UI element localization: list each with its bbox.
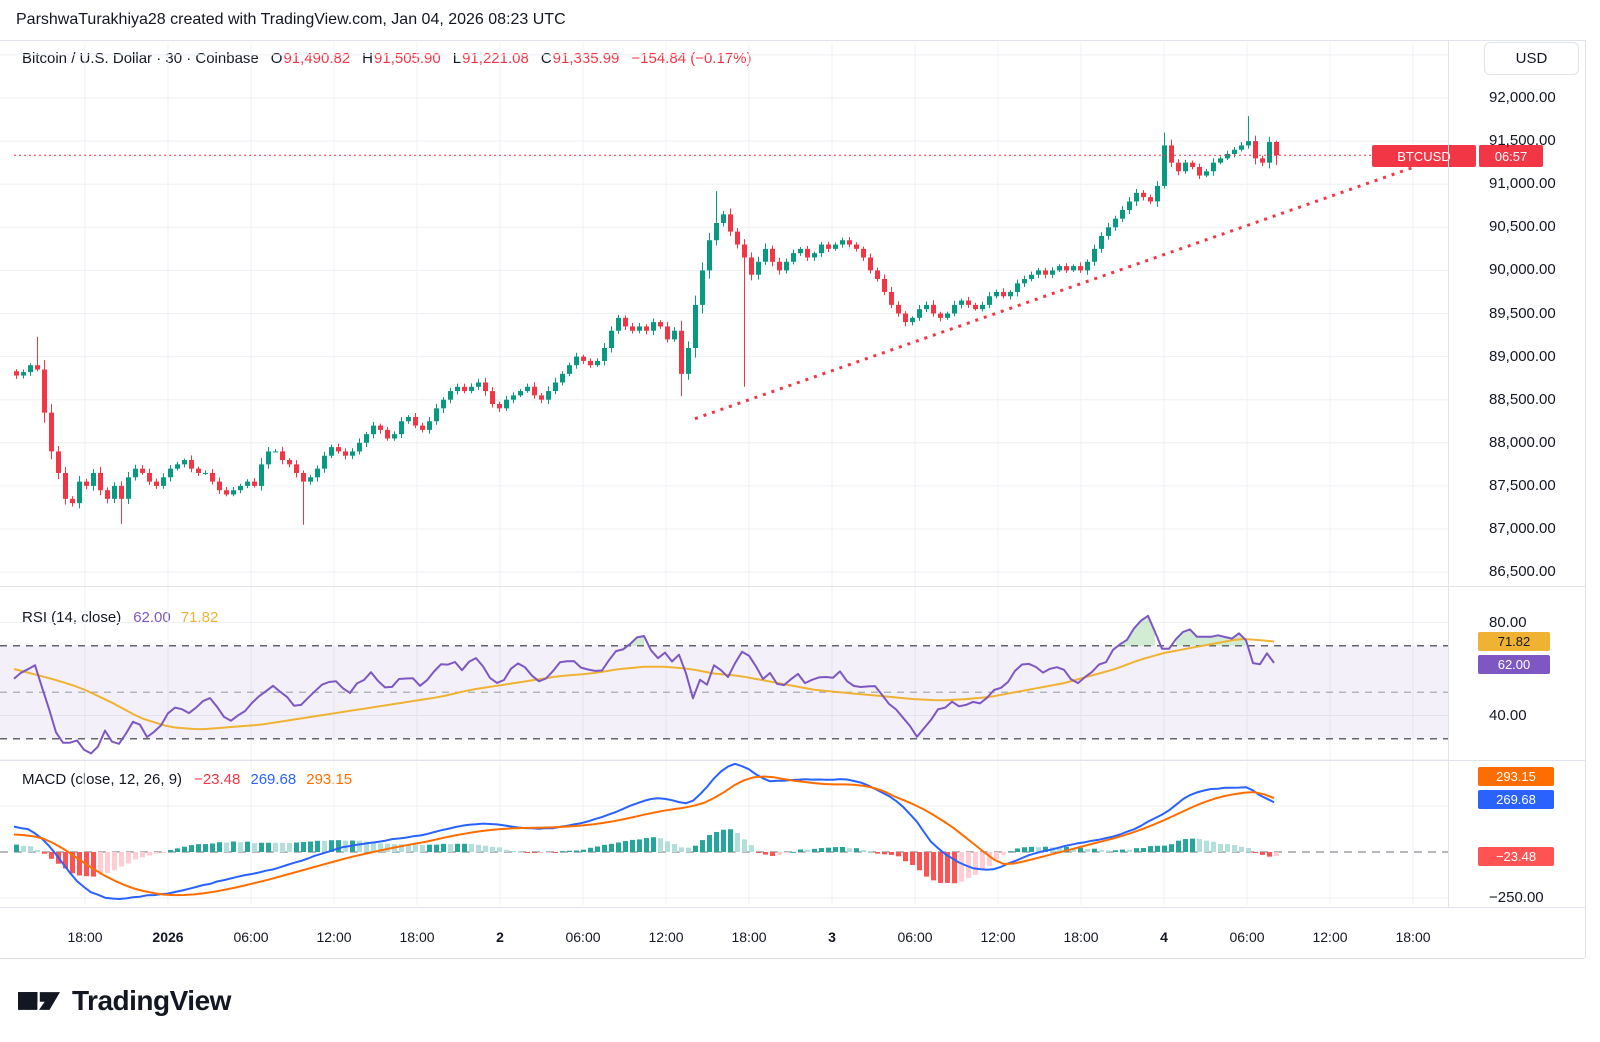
pane-divider-main-rsi (0, 586, 1585, 587)
price-axis-label: 87,500.00 (1489, 477, 1556, 494)
time-axis-label: 06:00 (1229, 929, 1264, 945)
price-axis-label: 89,000.00 (1489, 348, 1556, 365)
price-axis-label: 90,000.00 (1489, 261, 1556, 278)
pane-divider-rsi-macd (0, 760, 1585, 761)
time-axis-label: 18:00 (1063, 929, 1098, 945)
time-axis-label: 2 (496, 929, 504, 945)
price-axis-label: 87,000.00 (1489, 520, 1556, 537)
time-axis-label: 12:00 (648, 929, 683, 945)
time-axis-label: 06:00 (233, 929, 268, 945)
price-axis[interactable] (1448, 40, 1585, 907)
tradingview-footer: TradingView (18, 984, 231, 1018)
chart-right-border (1585, 40, 1586, 958)
attribution-text: ParshwaTurakhiya28 created with TradingV… (16, 11, 566, 29)
tradingview-wordmark: TradingView (72, 985, 231, 1017)
price-axis-label: 91,000.00 (1489, 175, 1556, 192)
price-axis-label: 90,500.00 (1489, 218, 1556, 235)
time-axis-label: 18:00 (1395, 929, 1430, 945)
header-divider (0, 40, 1585, 41)
tradingview-logo-icon (18, 984, 60, 1018)
price-axis-label: 89,500.00 (1489, 305, 1556, 322)
time-axis-label: 18:00 (399, 929, 434, 945)
price-axis-label: 91,500.00 (1489, 132, 1556, 149)
time-axis-label: 3 (828, 929, 836, 945)
chart-plot-area[interactable] (0, 40, 1585, 958)
time-axis-label: 06:00 (565, 929, 600, 945)
price-axis-label: 88,500.00 (1489, 391, 1556, 408)
rsi-axis-label: 40.00 (1489, 707, 1527, 724)
time-axis-label: 12:00 (316, 929, 351, 945)
time-axis-label: 18:00 (731, 929, 766, 945)
time-axis-label: 06:00 (897, 929, 932, 945)
price-axis-label: 86,500.00 (1489, 563, 1556, 580)
time-axis-label: 12:00 (980, 929, 1015, 945)
tradingview-snapshot: { "header": { "attribution": "ParshwaTur… (0, 0, 1600, 1042)
rsi-axis-label: 80.00 (1489, 614, 1527, 631)
price-axis-label: 92,000.00 (1489, 89, 1556, 106)
time-axis-label: 12:00 (1312, 929, 1347, 945)
time-axis-label: 2026 (152, 929, 183, 945)
price-axis-label: 88,000.00 (1489, 434, 1556, 451)
time-axis-label: 18:00 (67, 929, 102, 945)
chart-bottom-border (0, 958, 1585, 959)
time-axis-label: 4 (1160, 929, 1168, 945)
